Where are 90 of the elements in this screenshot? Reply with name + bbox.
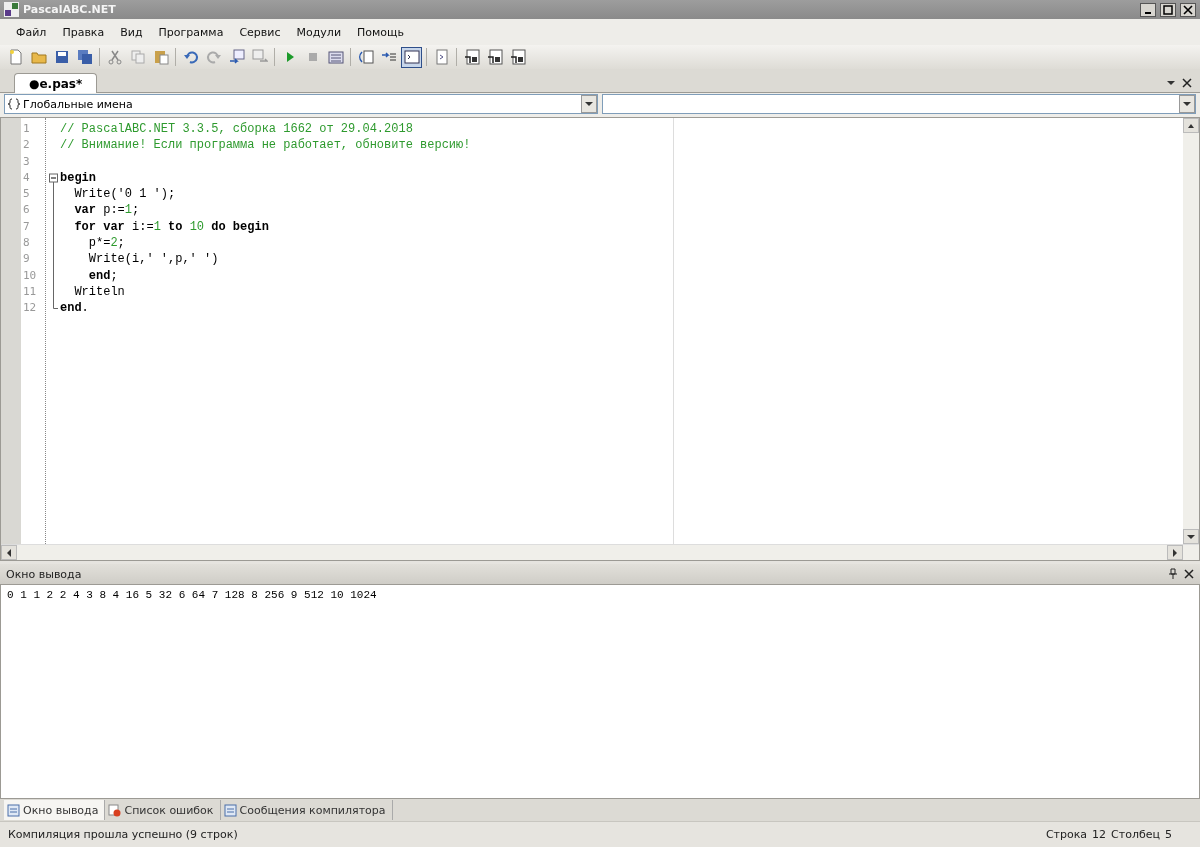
code-line: end. [60, 301, 89, 316]
menu-item[interactable]: Помощь [349, 25, 412, 39]
line-number: 8 [22, 235, 31, 252]
scroll-down-button[interactable] [1183, 529, 1199, 544]
file-tab[interactable]: ●e.pas* [14, 73, 98, 93]
scroll-left-button[interactable] [1, 545, 17, 560]
paste-icon [152, 49, 169, 65]
panel-title: Окно вывода [6, 567, 83, 581]
window-icon [223, 803, 237, 817]
app-logo-icon [4, 2, 19, 17]
dropdown-button[interactable] [1179, 95, 1195, 113]
grid-icon [327, 49, 344, 65]
scissors-icon [106, 49, 123, 65]
minimize-icon [1145, 11, 1151, 14]
line-number: 2 [22, 137, 31, 154]
close-button[interactable] [1180, 2, 1196, 17]
down-arrow-icon [584, 99, 594, 109]
error-list-icon [108, 803, 122, 817]
scope-dropdown[interactable]: Глобальные имена [4, 94, 598, 114]
window-arrow-icon [228, 49, 245, 65]
menu-item[interactable]: Программа [150, 25, 232, 39]
document-icon [509, 49, 526, 65]
line-number: 5 [22, 186, 31, 203]
pin-icon[interactable] [1168, 568, 1178, 580]
save-all-icon [76, 49, 93, 65]
step-into-icon [357, 49, 374, 65]
status-message: Компиляция прошла успешно (9 строк) [8, 828, 238, 841]
column-value: 5 [1165, 828, 1172, 841]
vertical-scrollbar[interactable] [1183, 118, 1199, 544]
line-label: Строка [1045, 828, 1088, 841]
code-line: begin [60, 170, 96, 185]
menu-item[interactable]: Сервис [231, 25, 289, 39]
code-line: p*=2; [88, 236, 125, 251]
close-icon[interactable] [1182, 78, 1192, 88]
line-number: 11 [22, 283, 38, 300]
down-arrow-icon [1166, 78, 1176, 88]
save-icon [53, 49, 70, 65]
folder-icon [30, 49, 47, 65]
window-arrow-icon [251, 49, 268, 65]
minimize-button[interactable] [1140, 2, 1156, 17]
console-icon [403, 49, 420, 65]
line-number: 12 [22, 300, 38, 317]
code-line: Write(i,' ',p,' ') [88, 252, 219, 267]
window-icon [7, 803, 20, 817]
right-arrow-icon [1170, 547, 1180, 558]
code-line: Writeln [74, 284, 125, 299]
document-icon [486, 49, 503, 65]
line-number: 9 [22, 251, 31, 268]
scroll-right-button[interactable] [1167, 545, 1183, 560]
dropdown-value: Глобальные имена [23, 97, 133, 111]
code-line: // PascalABC.NET 3.3.5, сборка 1662 от 29.04.2018 [60, 122, 413, 136]
line-number: 10 [22, 267, 38, 284]
line-number: 3 [22, 153, 31, 170]
toolbar-button[interactable] [401, 46, 422, 68]
panel-tab[interactable]: Сообщения компилятора [220, 800, 393, 820]
line-number: 1 [22, 121, 31, 137]
line-number: 6 [22, 202, 31, 219]
braces-icon [7, 98, 21, 110]
fold-end-line [52, 300, 58, 310]
maximize-icon [1163, 4, 1173, 15]
menu-item[interactable]: Вид [112, 25, 151, 39]
code-line: end; [88, 268, 118, 283]
undo-icon [182, 49, 199, 65]
line-value: 12 [1092, 828, 1107, 841]
scroll-up-button[interactable] [1183, 118, 1199, 133]
code-line: Write('0 1 '); [74, 187, 176, 202]
file-icon [7, 49, 24, 65]
code-line: var p:=1; [74, 203, 140, 218]
dropdown-button[interactable] [581, 95, 597, 113]
panel-tab[interactable]: Список ошибок [105, 800, 221, 820]
line-number: 4 [22, 169, 31, 186]
horizontal-scrollbar[interactable] [1, 544, 1199, 560]
document-icon [433, 49, 450, 65]
line-number: 7 [22, 218, 31, 235]
close-icon [1183, 4, 1193, 15]
code-line: for var i:=1 to 10 do begin [74, 219, 269, 234]
panel-tab[interactable]: Окно вывода [4, 800, 106, 820]
menu-item[interactable]: Файл [8, 25, 55, 39]
window-title: PascalABC.NET [23, 3, 117, 16]
menu-item[interactable]: Правка [54, 25, 113, 39]
redo-icon [205, 49, 222, 65]
program-output: 0 1 1 2 2 4 3 8 4 16 5 32 6 64 7 128 8 256 9 512 10 1024 [7, 589, 378, 601]
down-arrow-icon [1182, 99, 1192, 109]
code-line: // Внимание! Если программа не работает, обновите версию! [60, 138, 471, 153]
close-icon[interactable] [1184, 569, 1194, 579]
maximize-button[interactable] [1160, 2, 1176, 17]
copy-icon [129, 49, 146, 65]
menu-item[interactable]: Модули [288, 25, 350, 39]
column-label: Столбец [1111, 828, 1160, 841]
document-icon [463, 49, 480, 65]
